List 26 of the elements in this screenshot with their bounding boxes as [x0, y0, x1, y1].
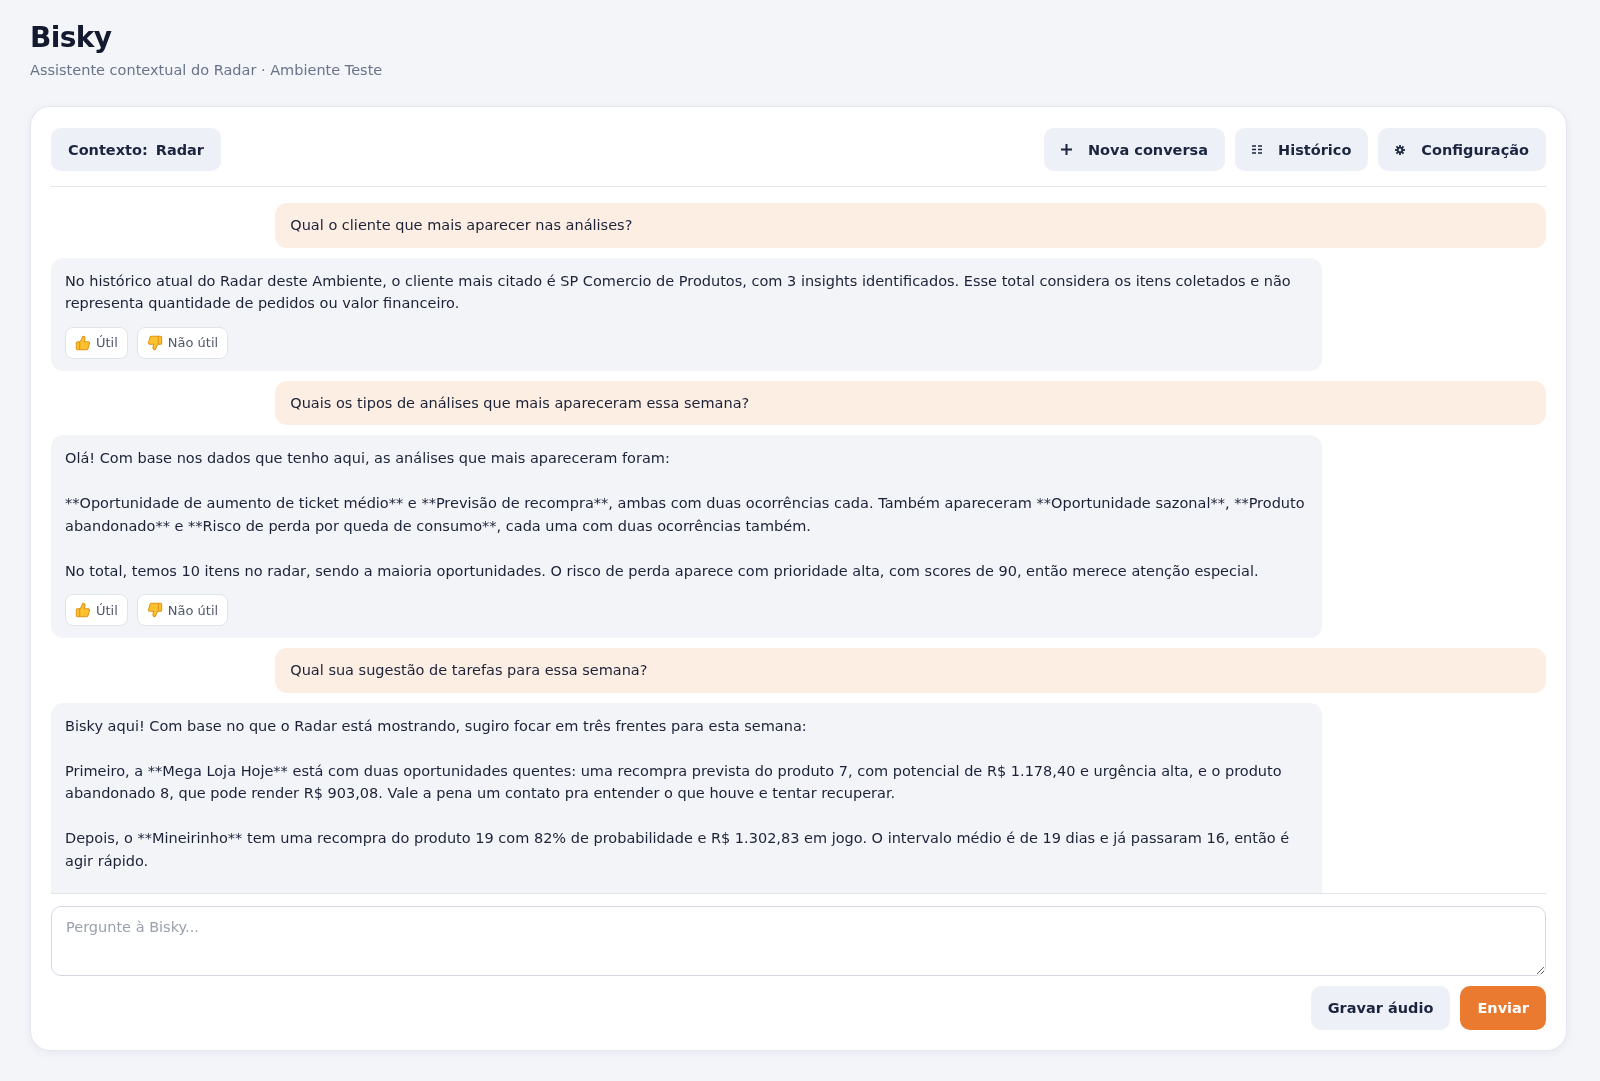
user-message: Qual sua sugestão de tarefas para essa semana?	[275, 648, 1546, 693]
gear-icon	[1395, 144, 1406, 155]
feedback-button[interactable]: Não útil	[136, 594, 229, 626]
feedback-button[interactable]: Útil	[65, 594, 128, 626]
thumbs-up-icon	[75, 602, 91, 618]
toolbar-button[interactable]: Configuração	[1378, 128, 1546, 171]
thumbs-down-icon	[146, 602, 163, 618]
feedback-button[interactable]: Útil	[65, 326, 128, 359]
record-audio-button[interactable]: Gravar áudio	[1310, 986, 1451, 1030]
grid-icon	[1252, 145, 1263, 154]
toolbar-button[interactable]: Nova conversa	[1043, 128, 1226, 171]
plus-icon	[1060, 144, 1072, 155]
page-subtitle: Assistente contextual do Radar · Ambiente Teste	[30, 61, 383, 80]
message-text: No histórico atual do Radar deste Ambiente, o cliente mais citado é SP Comercio de Produtos, com 3 insights identificados. Esse total considera os itens coletados e não representa quantidade de pedidos ou valor financeiro.	[65, 271, 1292, 313]
message-input[interactable]: Pergunte à Bisky...	[51, 906, 1546, 976]
message-text: Bisky aqui! Com base no que o Radar está mostrando, sugiro focar em três frentes para esta semana: Primeiro, a **Mega Loja Hoje** está com duas oportunidades quentes: uma recompra prevista do produto 7, com potencial de R$ 1.178,40 e urgência alta, e o produto abandonado 8, que pode render R$ 903,08. Vale a pena um contato pra entender o que houve e tentar recuperar. Depois, o **Mineirinho** tem uma recompra do produto 19 com 82% de probabilidade e R$ 1.302,83 em jogo. O intervalo médio é de 19 dias e já passaram 16, então é agir rápido.	[65, 716, 1291, 871]
context-value: Radar	[155, 141, 204, 158]
thumbs-up-icon	[75, 334, 91, 351]
message-text: Olá! Com base nos dados que tenho aqui, as análises que mais apareceram foram: **Oportunidade de aumento de ticket médio** e **Previsão de recompra**, ambas com duas ocorrências cada. Também apareceram **Oportunidade sazonal**, **Produto abandonado** e **Risco de perda por queda de consumo**, cada uma com duas ocorrências também. No total, temos 10 itens no radar, sendo a maioria oportunidades. O risco de perda aparece com prioridade alta, com scores de 90, então merece atenção especial.	[65, 449, 1306, 581]
user-message: Quais os tipos de análises que mais apareceram essa semana?	[275, 380, 1546, 425]
thumbs-down-icon	[146, 334, 163, 351]
feedback-button[interactable]: Não útil	[136, 326, 229, 359]
context-label: Contexto:	[68, 141, 148, 158]
user-message: Qual o cliente que mais aparecer nas análises?	[275, 203, 1546, 248]
toolbar-button[interactable]: Histórico	[1235, 128, 1369, 171]
page-title: Bisky	[30, 20, 112, 56]
